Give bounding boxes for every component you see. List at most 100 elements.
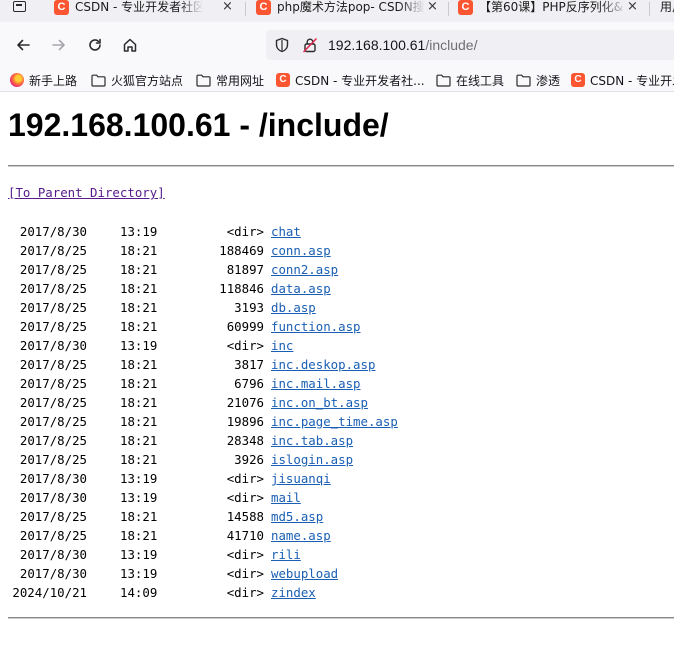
url-text[interactable]: 192.168.100.61/include/ [328,30,477,60]
entry-link[interactable]: md5.asp [271,509,323,525]
bookmark-label: CSDN - 专业开发者社... [295,73,425,88]
entry-link[interactable]: jisuanqi [271,471,331,487]
entry-size: 6796 [234,376,264,391]
tab-csdn-home[interactable]: C CSDN - 专业开发者社区 × [54,0,244,22]
entry-date: 2017/8/25 [19,395,87,410]
entry-date: 2017/8/25 [19,262,87,277]
entry-link[interactable]: webupload [271,566,338,582]
url-path: /include/ [425,37,478,53]
entry-link[interactable]: function.asp [271,319,361,335]
bookmark-folder-common-sites[interactable]: 常用网址 [196,72,264,88]
insecure-lock-icon[interactable] [302,37,318,53]
close-tab-icon[interactable]: × [222,0,233,14]
entry-size: 188469 [219,243,264,258]
tab-list-menu-icon[interactable] [6,0,32,22]
listing-row: 2017/8/25 18:21 188469 conn.asp [0,243,674,262]
entry-time: 13:19 [120,338,158,353]
entry-size: 41710 [226,528,264,543]
tab-divider [448,2,449,16]
entry-date: 2017/8/25 [19,452,87,467]
listing-row: 2017/8/30 13:19 <dir> mail [0,490,674,509]
tracking-shield-icon[interactable] [274,37,290,53]
reload-button[interactable] [82,32,108,58]
bookmark-csdn-2[interactable]: C CSDN - 专业开发 [571,72,674,88]
forward-button[interactable] [46,32,72,58]
bookmarks-toolbar: 新手上路 火狐官方站点 常用网址 C CSDN - 专业开发者社... 在线工具… [0,68,674,92]
back-button[interactable] [10,32,36,58]
entry-link[interactable]: data.asp [271,281,331,297]
folder-icon [436,74,451,87]
entry-link[interactable]: inc.tab.asp [271,433,353,449]
entry-time: 18:21 [120,319,158,334]
entry-link[interactable]: chat [271,224,301,240]
entry-date: 2017/8/30 [19,547,87,562]
folder-icon [516,74,531,87]
tab-csdn-search[interactable]: C php魔术方法pop- CSDN搜索 × [256,0,446,22]
entry-time: 18:21 [120,395,158,410]
entry-date: 2017/8/25 [19,376,87,391]
entry-time: 18:21 [120,300,158,315]
folder-icon [196,74,211,87]
bookmark-csdn[interactable]: C CSDN - 专业开发者社... [276,72,425,88]
entry-date: 2017/8/25 [19,433,87,448]
parent-directory-link[interactable]: [To Parent Directory] [8,185,165,201]
entry-date: 2017/8/30 [19,338,87,353]
entry-link[interactable]: mail [271,490,301,506]
entry-date: 2017/8/25 [19,300,87,315]
entry-link[interactable]: db.asp [271,300,316,316]
listing-row: 2017/8/25 18:21 3926 islogin.asp [0,452,674,471]
entry-date: 2017/8/25 [19,528,87,543]
entry-size: <dir> [226,585,264,600]
entry-time: 18:21 [120,433,158,448]
bookmark-folder-firefox-sites[interactable]: 火狐官方站点 [91,72,183,88]
entry-link[interactable]: inc [271,338,293,354]
entry-link[interactable]: zindex [271,585,316,601]
entry-link[interactable]: inc.deskop.asp [271,357,375,373]
reload-icon [89,38,101,51]
entry-link[interactable]: inc.page_time.asp [271,414,398,430]
home-button[interactable] [117,32,143,58]
listing-row: 2017/8/30 13:19 <dir> webupload [0,566,674,585]
top-divider [8,165,674,167]
csdn-icon: C [54,0,69,15]
csdn-icon: C [276,73,290,87]
home-icon [123,38,137,52]
firefox-icon [10,73,24,87]
entry-time: 18:21 [120,509,158,524]
entry-link[interactable]: inc.mail.asp [271,376,361,392]
entry-size: 28348 [226,433,264,448]
listing-row: 2017/8/25 18:21 21076 inc.on_bt.asp [0,395,674,414]
tab-php-lesson[interactable]: C 【第60课】PHP反序列化& × [458,0,648,22]
entry-size: 81897 [226,262,264,277]
entry-link[interactable]: islogin.asp [271,452,353,468]
entry-link[interactable]: name.asp [271,528,331,544]
tab-strip: C CSDN - 专业开发者社区 × C php魔术方法pop- CSDN搜索 … [0,0,674,22]
entry-size: 3817 [234,357,264,372]
listing-row: 2017/8/25 18:21 3193 db.asp [0,300,674,319]
tab-title: php魔术方法pop- CSDN搜索 [277,0,425,14]
bookmark-folder-pentest[interactable]: 渗透 [516,72,560,88]
close-tab-icon[interactable]: × [427,0,438,14]
entry-size: <dir> [226,566,264,581]
listing-row: 2017/8/25 18:21 6796 inc.mail.asp [0,376,674,395]
csdn-icon: C [571,73,585,87]
bookmark-getting-started[interactable]: 新手上路 [10,72,77,88]
bookmark-folder-online-tools[interactable]: 在线工具 [436,72,504,88]
entry-size: 14588 [226,509,264,524]
csdn-icon: C [256,0,271,15]
entry-time: 18:21 [120,376,158,391]
entry-date: 2017/8/25 [19,319,87,334]
page-title: 192.168.100.61 - /include/ [8,107,389,143]
bookmark-label: CSDN - 专业开发 [590,73,674,88]
address-bar[interactable]: 192.168.100.61/include/ [266,30,674,60]
tab-title: 用户 [660,0,674,14]
entry-link[interactable]: inc.on_bt.asp [271,395,368,411]
entry-time: 18:21 [120,243,158,258]
entry-size: <dir> [226,547,264,562]
entry-link[interactable]: rili [271,547,301,563]
bottom-divider [8,617,674,619]
tab-user[interactable]: 用户 [660,0,674,22]
entry-link[interactable]: conn2.asp [271,262,338,278]
close-tab-icon[interactable]: × [627,0,638,14]
entry-link[interactable]: conn.asp [271,243,331,259]
